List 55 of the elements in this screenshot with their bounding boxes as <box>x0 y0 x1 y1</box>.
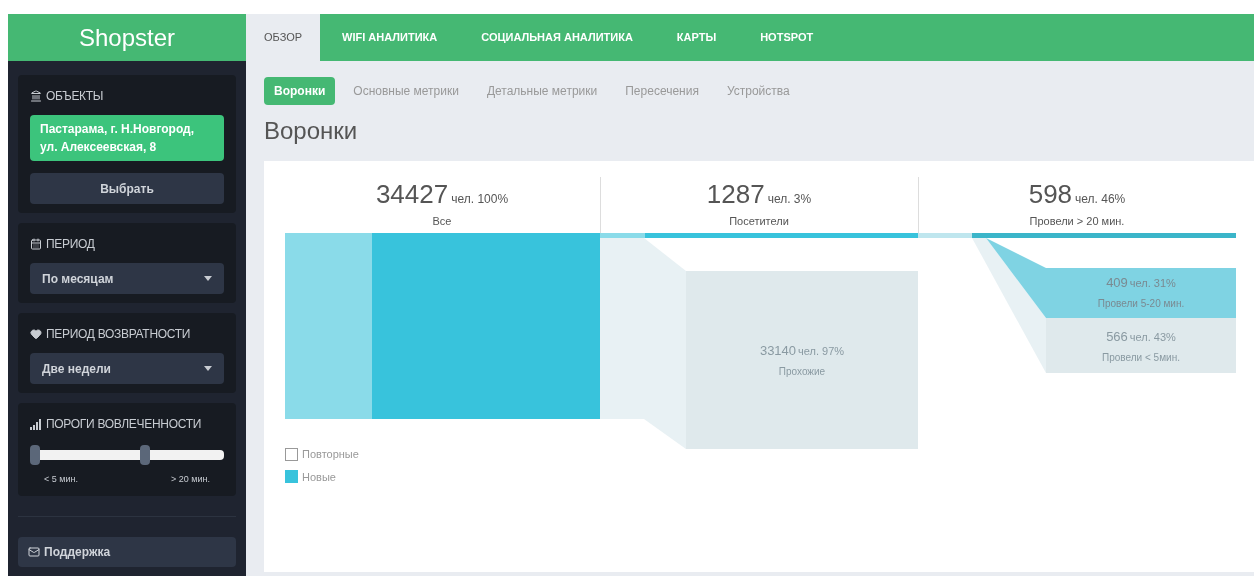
legend-label: Повторные <box>302 447 359 462</box>
choose-button[interactable]: Выбрать <box>30 173 224 204</box>
caret-icon <box>204 366 212 371</box>
branch-unit: чел. 31% <box>1129 276 1176 291</box>
panel-heading: ПЕРИОД ВОЗВРАТНОСТИ <box>46 326 191 343</box>
brand-logo[interactable]: Shopster <box>78 19 176 56</box>
nav-tab[interactable]: КАРТЫ <box>654 14 739 61</box>
stage-count: 598 <box>1028 179 1073 209</box>
sub-tab[interactable]: Детальные метрики <box>476 77 608 105</box>
slider-handle[interactable] <box>30 445 40 465</box>
branch-label: Провели < 5мин. <box>1102 350 1180 365</box>
branch-label: Провели 5-20 мин. <box>1097 296 1185 311</box>
branch-count: 566 <box>1106 328 1128 346</box>
branch-unit: чел. 97% <box>798 344 845 359</box>
sub-tab[interactable]: Воронки <box>264 77 336 105</box>
stage-unit: чел. 46% <box>1075 191 1126 208</box>
caret-icon <box>204 276 212 281</box>
legend-label: Новые <box>302 469 336 485</box>
branch-label: Прохожие <box>778 364 826 379</box>
range-slider[interactable] <box>30 445 224 465</box>
stage-label: Посетители <box>729 214 789 229</box>
branch-unit: чел. 43% <box>1129 330 1176 345</box>
support-button[interactable]: Поддержка <box>18 536 236 567</box>
sub-tab[interactable]: Устройства <box>716 77 800 105</box>
signal-bars-icon <box>30 418 42 430</box>
stage-unit: чел. 100% <box>451 191 509 208</box>
sub-tab[interactable]: Основные метрики <box>343 77 469 105</box>
panel-heading: ОБЪЕКТЫ <box>46 88 104 105</box>
heart-icon <box>30 328 42 340</box>
nav-tab[interactable]: WIFI АНАЛИТИКА <box>320 14 460 61</box>
nav-tab[interactable]: HOTSPOT <box>738 14 836 61</box>
branch-count: 33140 <box>759 342 797 360</box>
stage-label: Провели > 20 мин. <box>1029 214 1125 229</box>
calendar-icon <box>30 238 42 250</box>
sub-tab[interactable]: Пересечения <box>615 77 709 105</box>
slider-handle[interactable] <box>140 445 151 465</box>
panel-heading: ПЕРИОД <box>46 236 95 253</box>
stage-count: 1287 <box>706 179 765 209</box>
nav-tab[interactable]: ОБЗОР <box>246 14 321 61</box>
stage-count: 34427 <box>375 179 449 209</box>
mail-icon <box>28 545 40 558</box>
branch-count: 409 <box>1106 274 1128 292</box>
threshold-label: > 20 мин. <box>171 473 210 486</box>
stage-unit: чел. 3% <box>767 191 812 208</box>
legend-checkbox[interactable] <box>285 470 298 484</box>
threshold-label: < 5 мин. <box>44 473 78 486</box>
stage-label: Все <box>432 214 452 229</box>
dropdown-select[interactable]: По месяцам <box>30 263 224 294</box>
dropdown-select[interactable]: Две недели <box>30 353 224 384</box>
legend-checkbox[interactable] <box>285 447 298 461</box>
selected-object[interactable]: Пастарама, г. Н.Новгород, ул. Алексеевская, 8 <box>30 115 224 161</box>
page-title: Воронки <box>264 116 359 146</box>
panel-heading: ПОРОГИ ВОВЛЕЧЕННОСТИ <box>46 416 202 433</box>
nav-tab[interactable]: СОЦИАЛЬНАЯ АНАЛИТИКА <box>459 14 655 61</box>
building-icon <box>30 90 42 102</box>
